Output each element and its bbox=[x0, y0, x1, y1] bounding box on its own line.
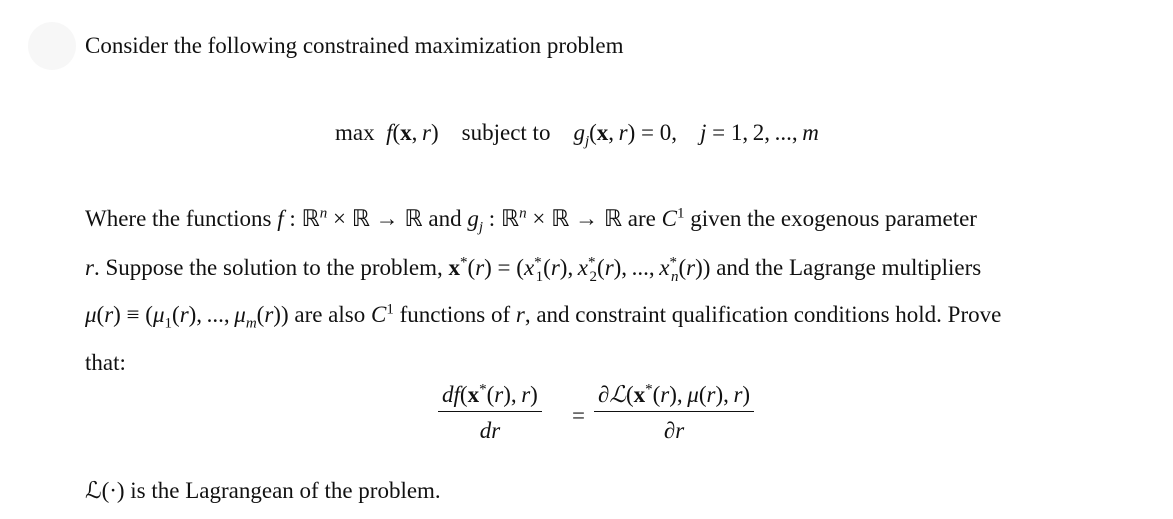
paragraph-line-3: μ(r) ≡ (μ1(r), ..., μm(r)) are also C1 f… bbox=[85, 301, 1002, 332]
lhs-fraction: df(x*(r), r) dr bbox=[438, 382, 542, 444]
footer-text: ℒ(·) is the Lagrangean of the problem. bbox=[85, 478, 441, 503]
avatar-circle-icon bbox=[28, 22, 76, 70]
subject-to-label: subject to bbox=[461, 120, 551, 145]
intro-text: Consider the following constrained maxim… bbox=[85, 33, 624, 58]
rhs-numerator: ∂ℒ(x*(r), μ(r), r) bbox=[594, 382, 755, 412]
equals-sign: = bbox=[572, 403, 585, 428]
document-page: Consider the following constrained maxim… bbox=[0, 0, 1173, 519]
lagrangean-symbol: ℒ(·) bbox=[85, 478, 125, 503]
paragraph-line-2: r. Suppose the solution to the problem, … bbox=[85, 254, 982, 285]
problem-statement: max f(x, r) subject to gj(x, r) = 0, j =… bbox=[335, 120, 819, 150]
max-operator: max bbox=[335, 120, 375, 145]
paragraph-line-1: Where the functions f : ℝn × ℝ → ℝ and g… bbox=[85, 205, 977, 236]
rhs-denominator: ∂r bbox=[663, 418, 685, 443]
paragraph-line-4: that: bbox=[85, 350, 126, 375]
lhs-numerator: df(x*(r), r) bbox=[438, 382, 542, 412]
rhs-fraction: ∂ℒ(x*(r), μ(r), r) ∂r bbox=[594, 382, 755, 444]
lhs-denominator: dr bbox=[479, 418, 501, 443]
